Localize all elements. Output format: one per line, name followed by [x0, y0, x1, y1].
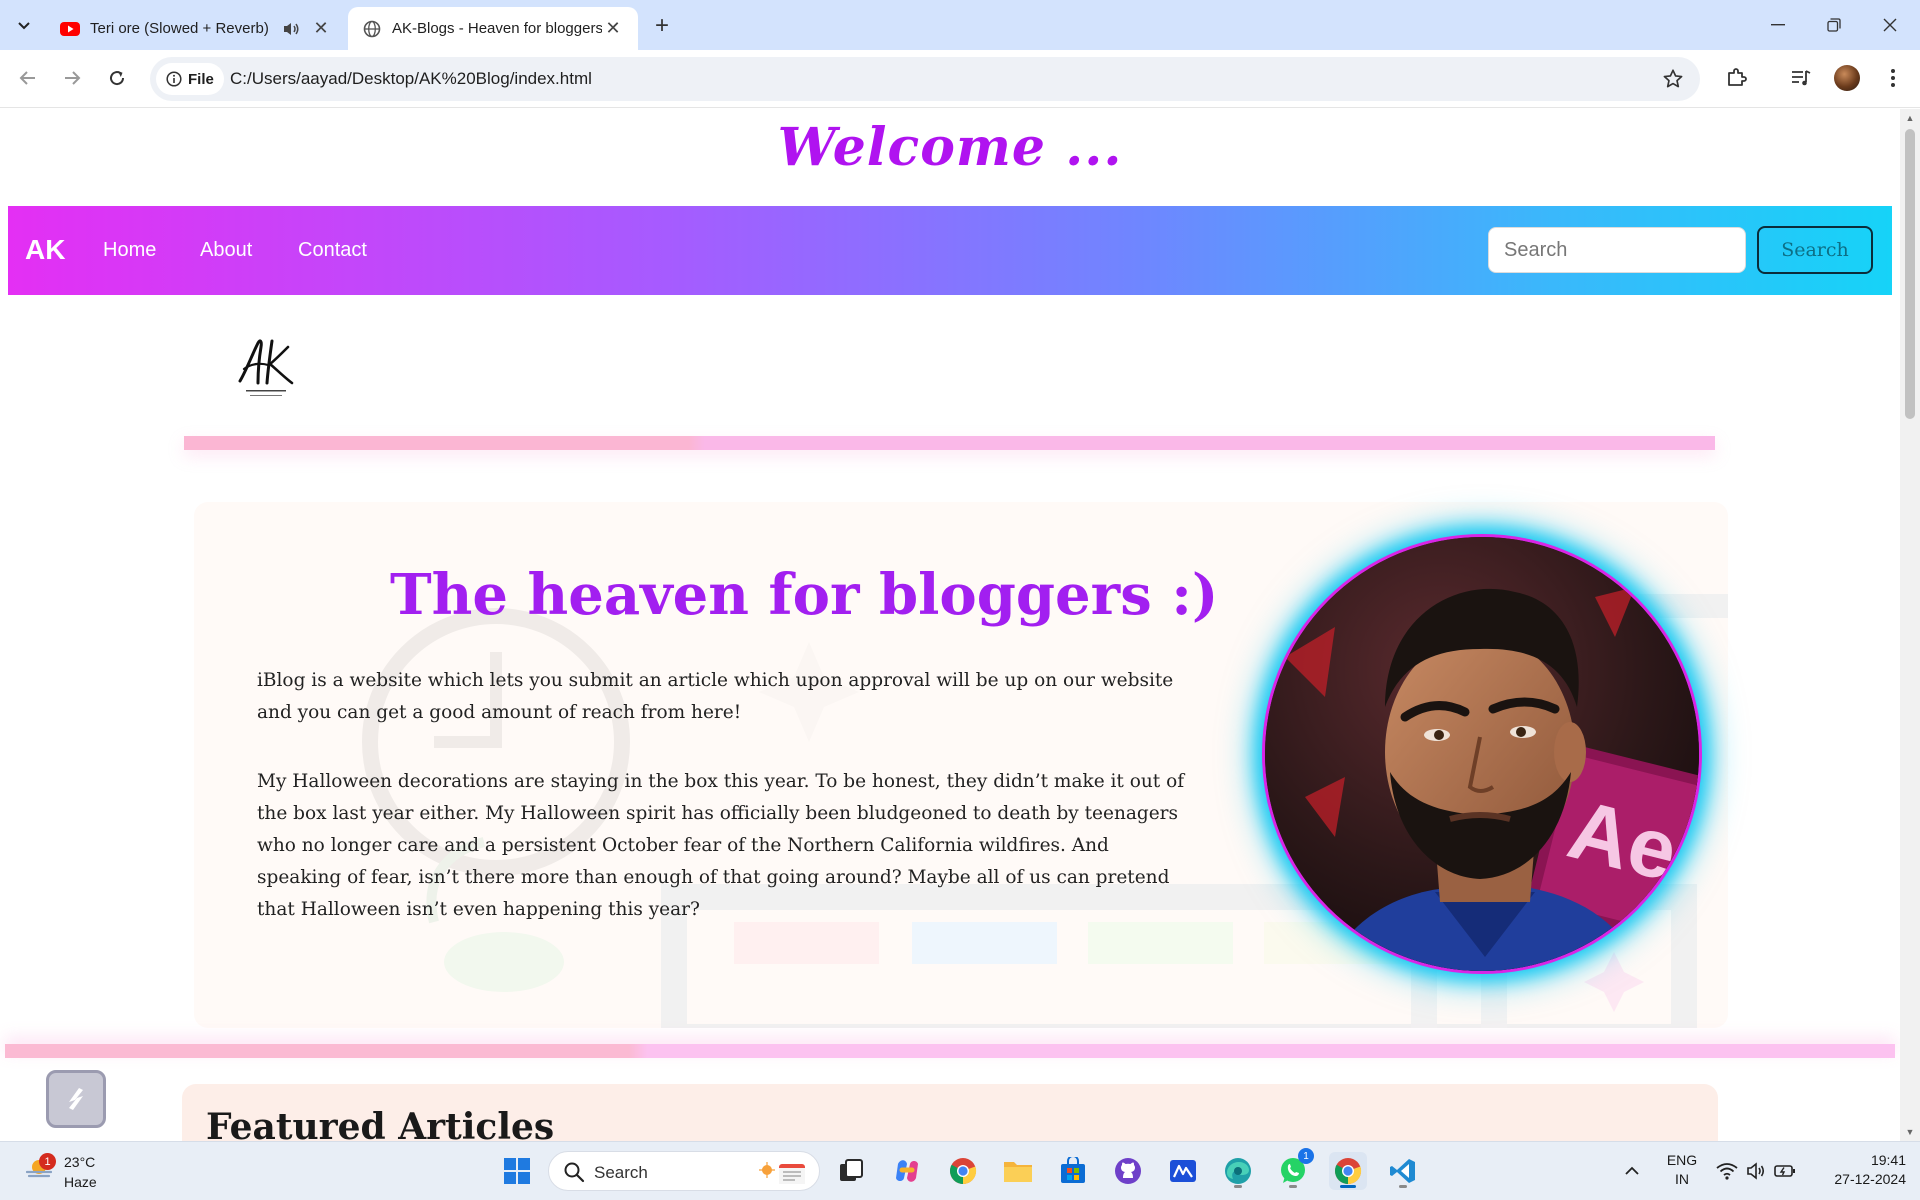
search-highlight-icon [759, 1162, 805, 1184]
github-desktop-icon[interactable] [1109, 1152, 1147, 1190]
welcome-heading: Welcome ... [777, 117, 1123, 178]
search-input[interactable]: Search [1488, 227, 1746, 273]
scroll-up-arrow[interactable]: ▲ [1905, 113, 1915, 123]
tab-title: Teri ore (Slowed + Reverb) | [90, 20, 272, 37]
file-explorer-icon[interactable] [999, 1152, 1037, 1190]
taskbar-search-label: Search [594, 1163, 648, 1182]
clock-time: 19:41 [1870, 1152, 1906, 1168]
weather-alert-badge: 1 [39, 1153, 56, 1170]
whatsapp-icon[interactable]: 1 [1274, 1148, 1314, 1190]
language-line2: IN [1675, 1171, 1689, 1187]
back-button[interactable] [12, 62, 44, 94]
nav-link-contact[interactable]: Contact [298, 239, 367, 262]
minimize-window-icon[interactable] [1750, 0, 1806, 50]
copilot-icon[interactable] [888, 1152, 926, 1190]
page-scrollbar[interactable]: ▲ ▼ [1900, 109, 1920, 1141]
speaker-icon[interactable] [280, 18, 302, 40]
vscode-icon[interactable] [1384, 1152, 1422, 1190]
forward-button[interactable] [56, 62, 88, 94]
chrome-icon[interactable] [944, 1152, 982, 1190]
nav-link-home[interactable]: Home [103, 239, 156, 262]
extensions-icon[interactable] [1721, 63, 1751, 93]
clock[interactable]: 19:41 27-12-2024 [1810, 1152, 1906, 1187]
hero-title: The heaven for bloggers :) [390, 562, 1219, 628]
tab-title: AK-Blogs - Heaven for bloggers [392, 20, 602, 37]
floating-app-launcher[interactable] [46, 1070, 106, 1128]
chevron-down-icon [18, 22, 30, 30]
url-text[interactable]: C:/Users/aayad/Desktop/AK%20Blog/index.h… [230, 69, 592, 89]
tab-search-button[interactable] [8, 10, 40, 40]
address-bar[interactable]: File C:/Users/aayad/Desktop/AK%20Blog/in… [150, 57, 1700, 101]
weather-temperature: 23°C [64, 1154, 96, 1170]
language-indicator[interactable]: ENG IN [1664, 1152, 1700, 1187]
close-window-icon[interactable] [1862, 0, 1918, 50]
new-tab-button[interactable]: + [648, 12, 676, 40]
reload-icon [110, 71, 125, 86]
browser-toolbar: File C:/Users/aayad/Desktop/AK%20Blog/in… [0, 50, 1920, 108]
windows-start-icon[interactable] [498, 1152, 536, 1190]
featured-articles-section: Featured Articles [182, 1084, 1718, 1141]
featured-articles-heading: Featured Articles [206, 1106, 555, 1141]
hero-paragraph-halloween: My Halloween decorations are staying in … [257, 771, 1185, 920]
reload-button[interactable] [101, 62, 133, 94]
media-controls-icon[interactable] [1786, 63, 1816, 93]
arrow-left-icon [19, 71, 35, 85]
arrow-right-icon [65, 71, 81, 85]
whatsapp-notification-badge: 1 [1298, 1148, 1314, 1164]
decorative-divider [184, 436, 1715, 450]
info-icon [166, 71, 182, 87]
globe-icon [362, 19, 382, 39]
restore-window-icon[interactable] [1806, 0, 1862, 50]
navbar-brand[interactable]: AK [25, 234, 65, 266]
edge-dev-icon[interactable] [1219, 1152, 1257, 1190]
page-viewport: Welcome ... AK Home About Contact Search… [0, 109, 1900, 1141]
lightning-icon [69, 1088, 83, 1110]
scroll-down-arrow[interactable]: ▼ [1905, 1127, 1915, 1137]
browser-menu-icon[interactable] [1878, 63, 1908, 93]
site-info-label: File [188, 70, 214, 88]
youtube-icon [60, 19, 80, 39]
microsoft-store-icon[interactable] [1054, 1152, 1092, 1190]
browser-tab-strip: Teri ore (Slowed + Reverb) | ✕ AK-Blogs … [0, 0, 1920, 50]
profile-avatar[interactable] [1832, 63, 1862, 93]
chrome-icon[interactable] [1329, 1152, 1367, 1190]
editor-icon[interactable] [1164, 1152, 1202, 1190]
close-tab-icon[interactable]: ✕ [602, 18, 624, 40]
battery-charging-icon [1774, 1165, 1795, 1177]
show-hidden-icons-chevron-icon[interactable] [1613, 1152, 1651, 1190]
tab-ak-blogs[interactable]: AK-Blogs - Heaven for bloggers ✕ [348, 7, 638, 50]
clock-date: 27-12-2024 [1834, 1171, 1906, 1187]
search-icon [564, 1162, 585, 1183]
search-button[interactable]: Search [1757, 226, 1873, 274]
volume-icon [1747, 1162, 1765, 1180]
wifi-icon [1716, 1163, 1738, 1180]
taskbar-search-box[interactable]: Search [548, 1151, 820, 1191]
language-line1: ENG [1666, 1152, 1698, 1168]
nav-link-about[interactable]: About [200, 239, 252, 262]
ak-creation-logo [232, 333, 302, 403]
profile-portrait: Ae [1262, 534, 1702, 974]
site-info-chip[interactable]: File [156, 63, 224, 95]
bookmark-star-icon[interactable] [1662, 68, 1684, 95]
site-navbar: AK Home About Contact Search Search [8, 206, 1892, 295]
task-view-icon[interactable] [832, 1152, 870, 1190]
tab-youtube[interactable]: Teri ore (Slowed + Reverb) | ✕ [46, 7, 346, 50]
windows-taskbar: 1 23°C Haze Search 1 ENG IN 19:41 27-12-… [0, 1141, 1920, 1200]
scrollbar-thumb[interactable] [1905, 129, 1915, 419]
weather-widget[interactable]: 1 23°C Haze [22, 1148, 132, 1194]
decorative-divider [5, 1044, 1895, 1058]
system-tray-status[interactable] [1706, 1152, 1806, 1190]
weather-condition: Haze [64, 1174, 97, 1190]
hero-paragraph-intro: iBlog is a website which lets you submit… [257, 670, 1174, 723]
close-tab-icon[interactable]: ✕ [310, 18, 332, 40]
